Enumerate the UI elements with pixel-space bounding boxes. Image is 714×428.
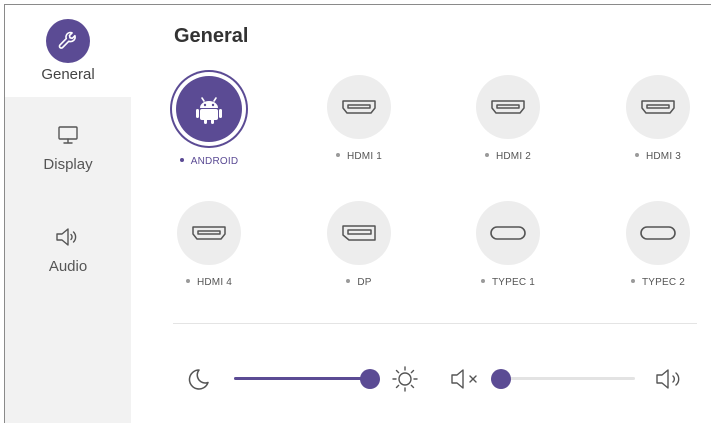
usb-c-icon [490,226,526,240]
source-dp[interactable]: DP [299,201,419,288]
source-hdmi-1[interactable]: HDMI 1 [299,75,419,162]
page-title: General [174,25,249,47]
source-circle [177,201,241,265]
source-circle [327,201,391,265]
source-circle [476,75,540,139]
sidebar-item-label: Audio [48,258,88,275]
hdmi-port-icon [342,100,376,114]
speaker-icon [55,227,81,252]
sidebar-item-audio[interactable]: Audio [5,227,131,275]
source-label: HDMI 2 [448,151,568,162]
android-icon [196,97,222,124]
source-hdmi-2[interactable]: HDMI 2 [448,75,568,162]
source-label: HDMI 1 [299,151,419,162]
source-hdmi-4[interactable]: HDMI 4 [149,201,269,288]
hdmi-port-icon [192,226,226,240]
source-label: TYPEC 2 [598,277,711,288]
displayport-icon [342,225,376,241]
source-label: DP [299,277,419,288]
volume-slider-thumb[interactable] [491,369,511,389]
source-label: HDMI 4 [149,277,269,288]
sidebar-item-display[interactable]: Display [5,125,131,173]
source-circle [626,75,690,139]
source-android[interactable]: ANDROID [149,71,269,167]
brightness-slider-track[interactable] [234,377,370,380]
moon-icon[interactable] [185,367,211,398]
usb-c-icon [640,226,676,240]
speaker-icon[interactable] [655,367,687,396]
hdmi-port-icon [641,100,675,114]
source-circle [327,75,391,139]
source-label: ANDROID [149,156,269,167]
sidebar-item-general[interactable]: General [5,19,131,83]
wrench-icon [46,19,90,63]
source-typec-1[interactable]: TYPEC 1 [448,201,568,288]
sun-icon[interactable] [390,364,420,399]
sidebar-item-label: General [41,66,95,83]
speaker-mute-icon[interactable] [450,367,484,396]
brightness-slider-thumb[interactable] [360,369,380,389]
source-typec-2[interactable]: TYPEC 2 [598,201,711,288]
source-circle [476,201,540,265]
source-circle [176,76,242,142]
sidebar: General Display Audio [5,5,131,423]
brightness-slider-fill [234,377,370,380]
source-label: TYPEC 1 [448,277,568,288]
monitor-icon [57,125,79,150]
settings-window: General Display Audio General ANDROID HD… [4,4,711,423]
source-hdmi-3[interactable]: HDMI 3 [598,75,711,162]
divider [173,323,697,324]
hdmi-port-icon [491,100,525,114]
volume-slider-track[interactable] [501,377,635,380]
source-circle [626,201,690,265]
source-label: HDMI 3 [598,151,711,162]
sidebar-item-label: Display [43,156,93,173]
